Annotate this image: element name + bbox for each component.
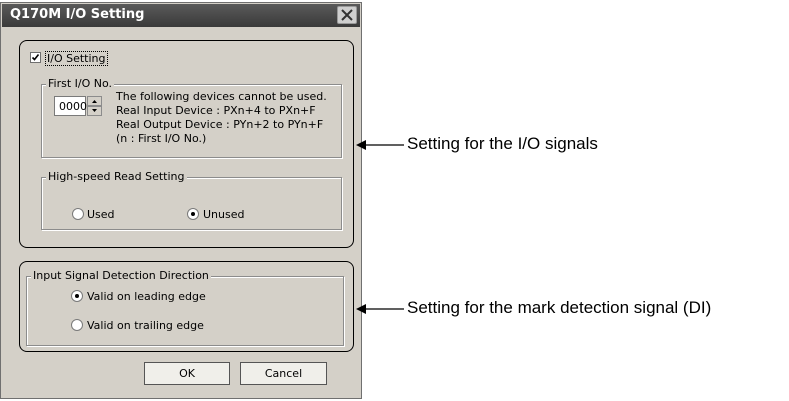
radio-unused-label[interactable]: Unused xyxy=(203,208,244,221)
close-icon xyxy=(341,9,353,21)
arrow-up-icon xyxy=(92,100,97,103)
radio-used[interactable] xyxy=(72,208,84,220)
spin-down-button[interactable] xyxy=(87,106,102,116)
arrow-down-icon xyxy=(92,109,97,112)
leading-edge-label[interactable]: Valid on leading edge xyxy=(87,290,206,303)
radio-leading-edge[interactable] xyxy=(71,290,83,302)
radio-unused[interactable] xyxy=(187,208,199,220)
radio-trailing-edge[interactable] xyxy=(71,319,83,331)
radio-selected-dot xyxy=(75,294,79,298)
trailing-edge-label[interactable]: Valid on trailing edge xyxy=(87,319,204,332)
note-line-4: (n : First I/O No.) xyxy=(116,132,207,145)
arrow-left-icon xyxy=(356,140,404,150)
annotation-mark-detection: Setting for the mark detection signal (D… xyxy=(407,298,712,317)
title-bar: Q170M I/O Setting xyxy=(2,4,360,27)
first-io-input[interactable]: 0000 xyxy=(54,96,87,116)
input-signal-group xyxy=(26,276,344,346)
radio-selected-dot xyxy=(191,212,195,216)
close-button[interactable] xyxy=(337,6,357,24)
checkmark-icon xyxy=(31,54,40,61)
radio-used-label[interactable]: Used xyxy=(87,208,115,221)
highspeed-group xyxy=(41,177,342,230)
arrow-left-icon xyxy=(356,304,404,314)
note-line-3: Real Output Device : PYn+2 to PYn+F xyxy=(116,118,324,131)
dialog-title: Q170M I/O Setting xyxy=(10,7,145,22)
spin-up-button[interactable] xyxy=(87,96,102,106)
first-io-legend: First I/O No. xyxy=(46,77,115,90)
note-line-2: Real Input Device : PXn+4 to PXn+F xyxy=(116,104,316,117)
input-signal-legend: Input Signal Detection Direction xyxy=(31,269,211,282)
cancel-button[interactable]: Cancel xyxy=(240,362,327,385)
annotation-io-signals: Setting for the I/O signals xyxy=(407,134,598,153)
io-setting-label[interactable]: I/O Setting xyxy=(45,51,108,66)
ok-button[interactable]: OK xyxy=(144,362,230,385)
io-setting-checkbox[interactable] xyxy=(30,52,41,63)
highspeed-legend: High-speed Read Setting xyxy=(46,170,187,183)
note-line-1: The following devices cannot be used. xyxy=(116,90,327,103)
